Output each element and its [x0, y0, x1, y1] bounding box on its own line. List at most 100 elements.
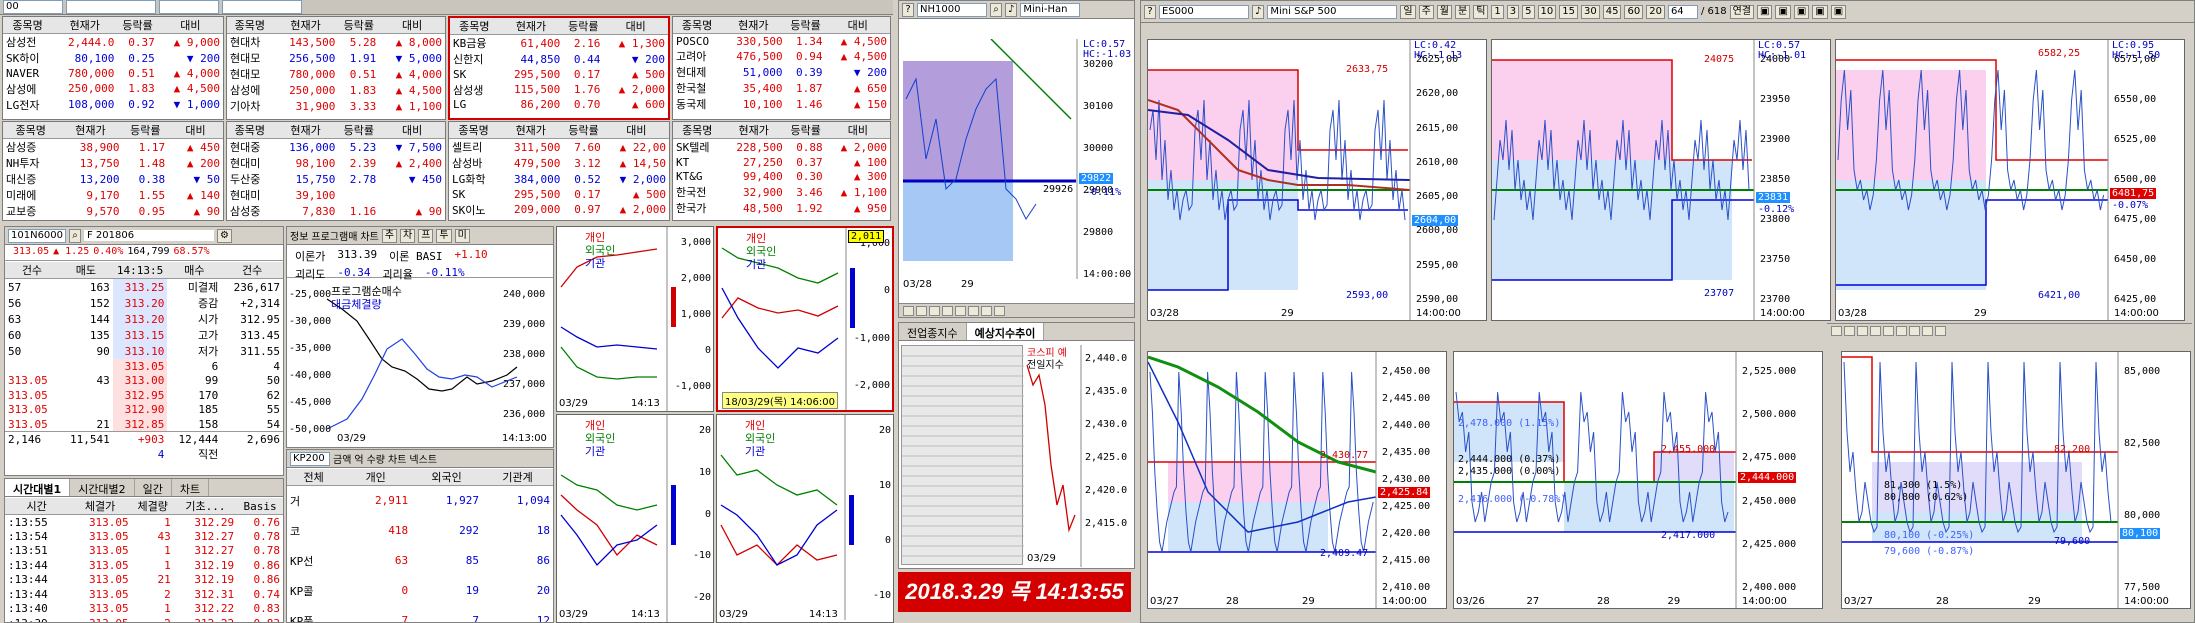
program-option[interactable]: 미 [454, 228, 470, 243]
tick-row[interactable]: :13:54 313.05 43 312.27 0.78 [5, 529, 283, 544]
chart-type-icon[interactable]: ? [1144, 4, 1156, 19]
investor-market-select[interactable]: KP200 [290, 451, 330, 466]
tick-row[interactable]: :13:44 313.05 21 312.19 0.86 [5, 573, 283, 588]
quote-row[interactable]: 현대모 780,000 0.51 ▲ 4,000 [227, 66, 445, 82]
search-icon[interactable]: ⌕ [69, 228, 81, 243]
settings-icon[interactable]: ▣ [1830, 4, 1847, 19]
investor-row[interactable]: 코 418 292 18 [287, 516, 553, 546]
quote-row[interactable]: 삼성중 7,830 1.16 ▲ 90 [227, 203, 445, 219]
quote-row[interactable]: 기아차 31,900 3.33 ▲ 1,100 [227, 98, 445, 114]
nikkei-scroll[interactable] [899, 303, 1134, 317]
interval-button[interactable]: 3 [1506, 4, 1520, 19]
chart-type-icon[interactable]: ? [902, 2, 914, 17]
quote-row[interactable]: 삼성에 250,000 1.83 ▲ 4,500 [227, 82, 445, 98]
quote-row[interactable]: 현대미 98,100 2.39 ▲ 2,400 [227, 155, 445, 171]
orderbook-row[interactable]: 63 144 313.20 시가 312.95 [5, 311, 283, 327]
quote-row[interactable]: 현대미 39,100 [227, 187, 445, 203]
quote-row[interactable]: KT&G 99,400 0.30 ▲ 300 [673, 170, 890, 185]
orderbook-row[interactable]: 313.05 43 313.00 99 50 [5, 373, 283, 388]
quote-row[interactable]: 현대제 51,000 0.39 ▼ 200 [673, 64, 890, 80]
tick-row[interactable]: :13:39313.052312.220.83 [5, 616, 283, 622]
interval-button[interactable]: 5 [1522, 4, 1535, 19]
view-select[interactable] [222, 0, 302, 14]
tick-tab[interactable]: 일간 [135, 479, 172, 496]
quote-row[interactable]: LG전자 108,000 0.92 ▼ 1,000 [3, 97, 223, 113]
link-button[interactable]: 연결 [1729, 4, 1754, 19]
es-top-scroll[interactable] [1827, 323, 2192, 337]
quote-row[interactable]: 한국전 32,900 3.46 ▲ 1,100 [673, 184, 890, 200]
count-input[interactable]: 64 [1667, 4, 1698, 19]
quote-row[interactable]: NAVER 780,000 0.51 ▲ 4,000 [3, 66, 223, 81]
quote-row[interactable]: 두산중 15,750 2.78 ▼ 450 [227, 171, 445, 187]
program-option[interactable]: 정보 [290, 228, 308, 243]
futures-code-input[interactable]: 101N6000 [8, 228, 66, 243]
program-option[interactable]: 프 [418, 228, 434, 243]
investor-row[interactable]: KP풋 7 7 12 [287, 606, 553, 622]
group-select[interactable]: 00 [3, 0, 63, 14]
investor-row[interactable]: 거 2,911 1,927 1,094 [287, 486, 553, 516]
program-option[interactable]: 추 [381, 228, 398, 243]
investor-row[interactable]: KP콜 0 19 20 [287, 576, 553, 606]
interval-button[interactable]: 45 [1602, 4, 1622, 19]
quote-row[interactable]: 신한지 44,850 0.44 ▼ 200 [450, 51, 668, 67]
quote-row[interactable]: SK 295,500 0.17 ▲ 500 [450, 67, 668, 82]
orderbook-row[interactable]: 313.05 21 312.85 158 54 [5, 417, 283, 432]
print-icon[interactable]: ▣ [1812, 4, 1828, 19]
quote-row[interactable]: NH투자 13,750 1.48 ▲ 200 [3, 155, 223, 171]
kospi-tab[interactable]: 전업종지수 [899, 323, 967, 340]
interval-button[interactable]: 15 [1559, 4, 1578, 19]
tick-row[interactable]: :13:44 313.05 1 312.19 0.86 [5, 558, 283, 573]
quote-row[interactable]: SK텔레 228,500 0.88 ▲ 2,000 [673, 139, 890, 156]
line-icon[interactable]: ▣ [1775, 4, 1791, 19]
orderbook-row[interactable]: 313.05 312.90 185 55 [5, 402, 283, 417]
quote-row[interactable]: 동국제 10,100 1.46 ▲ 150 [673, 96, 890, 112]
period-button[interactable]: 일 [1400, 4, 1416, 19]
orderbook-row[interactable]: 56 152 313.20 증감 +2,314 [5, 295, 283, 311]
investor-radio[interactable]: 억 [354, 451, 363, 466]
period-button[interactable]: 틱 [1473, 4, 1489, 19]
es-code-input[interactable]: ES000 [1159, 4, 1249, 19]
tick-tab[interactable]: 시간대별1 [5, 479, 71, 496]
tick-tab[interactable]: 차트 [172, 479, 210, 496]
quote-row[interactable]: 삼성에 250,000 1.83 ▲ 4,500 [3, 81, 223, 97]
interval-button[interactable]: 60 [1624, 4, 1644, 19]
period-button[interactable]: 분 [1455, 4, 1471, 19]
quote-row[interactable]: 한국철 35,400 1.87 ▲ 650 [673, 80, 890, 96]
tick-row[interactable]: :13:40 313.05 1 312.22 0.83 [5, 602, 283, 617]
investor-radio[interactable]: 수량 [367, 451, 385, 466]
quote-row[interactable]: 미래에 9,170 1.55 ▲ 140 [3, 187, 223, 203]
quote-row[interactable]: 대신증 13,200 0.38 ▼ 50 [3, 171, 223, 187]
program-option[interactable]: 차트 [360, 228, 378, 243]
tick-row[interactable]: :13:44 313.05 2 312.31 0.74 [5, 587, 283, 602]
investor-radio[interactable]: 금액 [333, 451, 351, 466]
quote-row[interactable]: 현대차 143,500 5.28 ▲ 8,000 [227, 34, 445, 51]
quote-row[interactable]: SK이노 209,000 0.97 ▲ 2,000 [449, 202, 669, 218]
quote-row[interactable]: 셀트리 311,500 7.60 ▲ 22,00 [449, 139, 669, 156]
sort-select[interactable] [159, 0, 219, 14]
quote-row[interactable]: 현대중 136,000 5.23 ▼ 7,500 [227, 139, 445, 156]
quote-row[interactable]: KT 27,250 0.37 ▲ 100 [673, 155, 890, 170]
speaker-icon[interactable]: ♪ [1252, 4, 1265, 19]
quote-row[interactable]: KB금융 61,400 2.16 ▲ 1,300 [450, 35, 668, 52]
orderbook-row[interactable]: 57 163 313.25 미결제 236,617 [5, 278, 283, 295]
program-option[interactable]: 투 [436, 228, 452, 243]
quote-row[interactable]: 고려아 476,500 0.94 ▲ 4,500 [673, 48, 890, 64]
tick-tab[interactable]: 시간대별2 [70, 479, 135, 496]
settings-icon[interactable]: ⚙ [217, 228, 232, 243]
quote-row[interactable]: 삼성바 479,500 3.12 ▲ 14,50 [449, 155, 669, 171]
orderbook-row[interactable]: 60 135 313.15 고가 313.45 [5, 327, 283, 343]
grid-icon[interactable]: ▣ [1756, 4, 1773, 19]
interval-button[interactable]: 10 [1537, 4, 1557, 19]
kospi-tab[interactable]: 예상지수추이 [966, 323, 1045, 340]
quote-row[interactable]: 삼성증 38,900 1.17 ▲ 450 [3, 139, 223, 156]
quote-row[interactable]: 삼성전 2,444.0 0.37 ▲ 9,000 [3, 34, 223, 51]
orderbook-footer-cell[interactable]: 직전 [167, 446, 221, 462]
quote-row[interactable]: LG 86,200 0.70 ▲ 600 [450, 98, 668, 113]
period-button[interactable]: 주 [1418, 4, 1434, 19]
cross-icon[interactable]: ▣ [1793, 4, 1810, 19]
period-button[interactable]: 월 [1436, 4, 1452, 19]
orderbook-row[interactable]: 50 90 313.10 저가 311.55 [5, 343, 283, 359]
interval-button[interactable]: 20 [1646, 4, 1665, 19]
quote-row[interactable]: 교보증 9,570 0.95 ▲ 90 [3, 203, 223, 219]
nikkei-code-input[interactable]: NH1000 [917, 2, 987, 17]
